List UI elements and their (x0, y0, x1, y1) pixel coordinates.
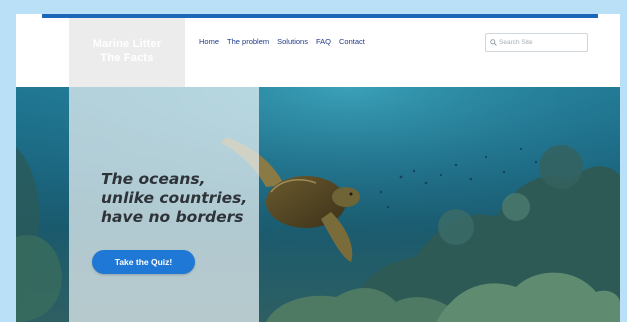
take-quiz-button[interactable]: Take the Quiz! (92, 250, 195, 274)
top-accent-strip (42, 14, 598, 18)
logo-subtitle: The Facts (100, 51, 154, 64)
nav-home[interactable]: Home (199, 37, 219, 46)
search-icon (490, 39, 497, 46)
nav-contact[interactable]: Contact (339, 37, 365, 46)
headline-line-1: The oceans, (101, 170, 206, 188)
search-input[interactable] (499, 39, 585, 46)
browser-page: Marine Litter The Facts Home The problem… (16, 14, 620, 322)
logo-title: Marine Litter (92, 37, 162, 50)
main-nav: Home The problem Solutions FAQ Contact (199, 37, 365, 46)
hero-banner: The oceans, unlike countries, have no bo… (16, 87, 620, 322)
nav-the-problem[interactable]: The problem (227, 37, 269, 46)
hero-headline: The oceans, unlike countries, have no bo… (101, 170, 271, 227)
site-logo[interactable]: Marine Litter The Facts (69, 14, 185, 87)
nav-faq[interactable]: FAQ (316, 37, 331, 46)
headline-line-2: unlike countries, (101, 189, 248, 207)
search-box[interactable] (485, 33, 588, 52)
nav-solutions[interactable]: Solutions (277, 37, 308, 46)
site-header: Marine Litter The Facts Home The problem… (16, 14, 620, 87)
headline-line-3: have no borders (101, 208, 244, 226)
